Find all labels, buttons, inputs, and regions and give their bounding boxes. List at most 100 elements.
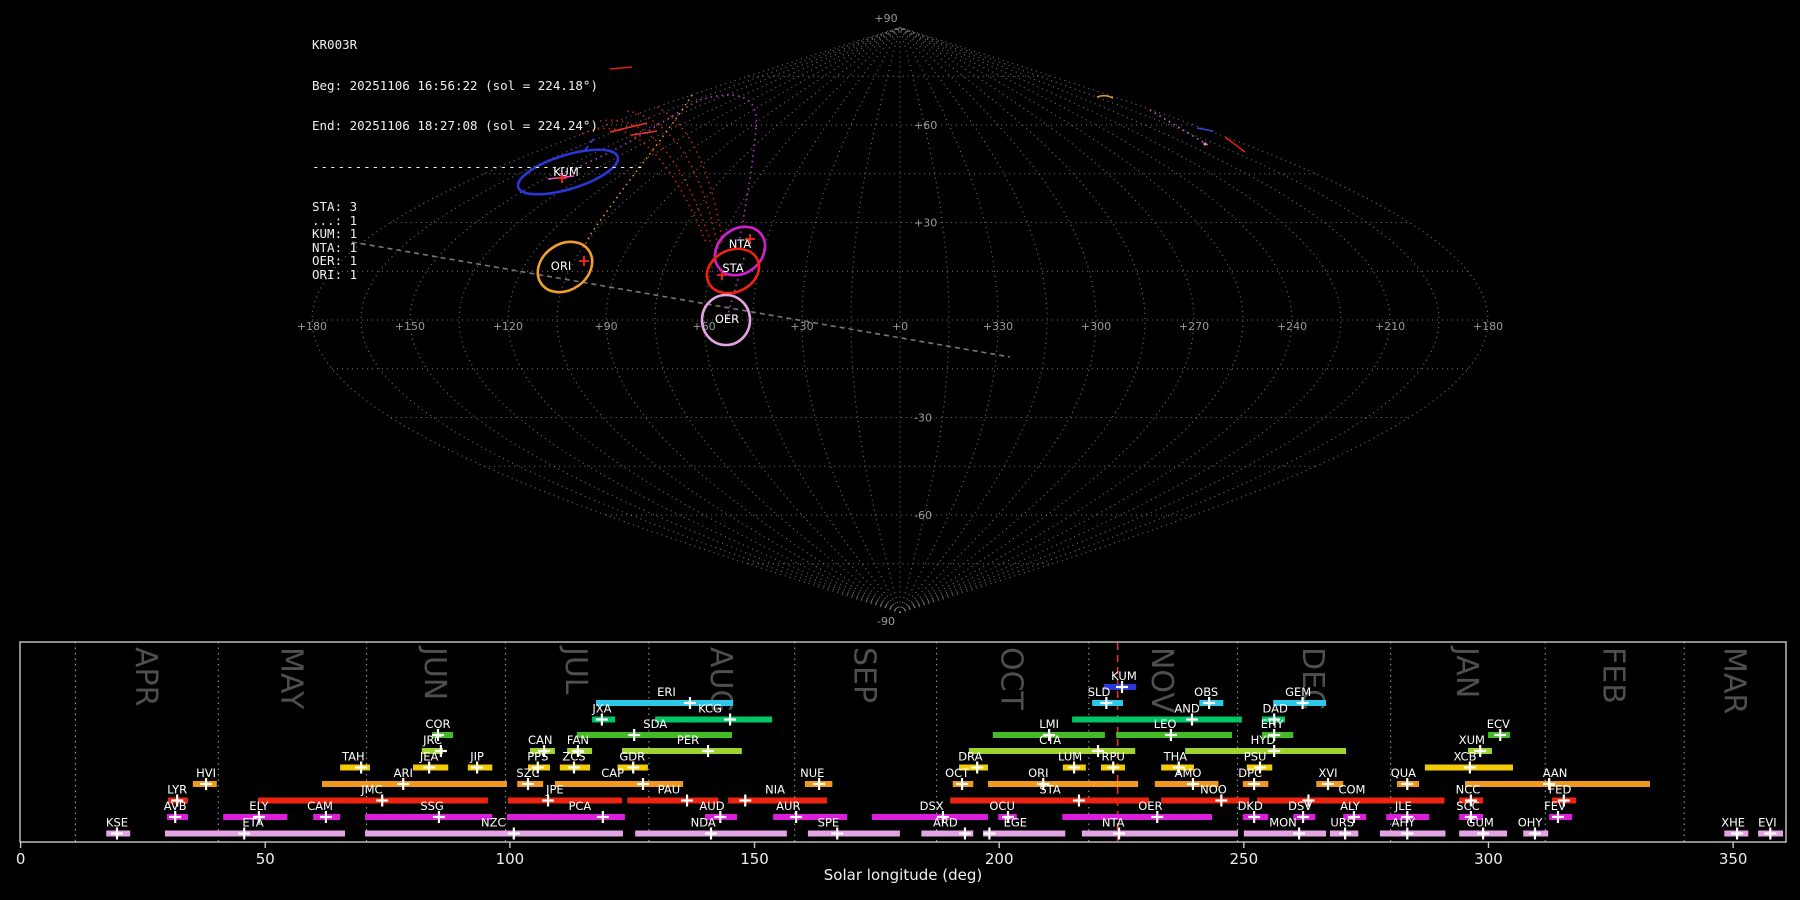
- shower-label-DAD: DAD: [1262, 702, 1288, 716]
- shower-label-STA: STA: [1039, 783, 1060, 797]
- shower-label-GEM: GEM: [1285, 685, 1311, 699]
- shower-peak-marker-EGE: [983, 827, 996, 840]
- shower-XHE: XHE: [1721, 816, 1749, 840]
- shower-label-OCU: OCU: [989, 799, 1015, 813]
- x-axis-tick-label: 200: [985, 850, 1014, 868]
- shower-label-ARD: ARD: [933, 816, 958, 830]
- shower-label-OHY: OHY: [1518, 816, 1544, 830]
- shower-label-NTA: NTA: [1102, 816, 1125, 830]
- radiant-label-STA: STA: [722, 261, 743, 275]
- shower-label-NUE: NUE: [800, 766, 824, 780]
- shower-bar-MON: [1243, 830, 1327, 837]
- meteor-trail: [1149, 109, 1209, 146]
- shower-bar-ARI: [322, 781, 507, 787]
- shower-label-PPS: PPS: [527, 750, 548, 764]
- shower-label-GDR: GDR: [619, 750, 645, 764]
- shower-label-JRC: JRC: [422, 733, 442, 747]
- map-longitude-label: +30: [790, 320, 813, 333]
- shower-label-ECV: ECV: [1487, 717, 1510, 731]
- shower-label-JEA: JEA: [419, 750, 439, 764]
- shower-bar-NTA: [1081, 830, 1238, 837]
- shower-label-PCA: PCA: [568, 799, 591, 813]
- count-line-xxx: ...: 1: [312, 212, 358, 228]
- shower-label-EHY: EHY: [1261, 717, 1285, 731]
- shower-LUM: LUM: [1058, 750, 1086, 774]
- month-label-SEP: SEP: [847, 647, 882, 703]
- shower-label-EVI: EVI: [1758, 816, 1777, 830]
- shower-label-EGE: EGE: [1004, 816, 1027, 830]
- shower-label-LMI: LMI: [1039, 717, 1059, 731]
- station-code: KR003R: [312, 37, 358, 52]
- shower-bar-NZC: [365, 830, 623, 837]
- map-longitude-label: +150: [395, 320, 425, 333]
- shower-peak-marker-CAP: [636, 778, 649, 790]
- shower-label-DSX: DSX: [920, 799, 944, 813]
- x-axis-tick-label: 300: [1474, 850, 1503, 868]
- map-longitude-label: +270: [1179, 320, 1209, 333]
- shower-label-LYR: LYR: [167, 783, 187, 797]
- plot-canvas: +180 +150 +120 +90 +60 +30 +0 +330 +300 +270 +240 +…: [16, 12, 1787, 884]
- shower-label-URS: URS: [1330, 816, 1354, 830]
- shower-label-OCT: OCT: [945, 766, 970, 780]
- map-grid-meridian: [801, 27, 901, 613]
- shower-peak-marker-KCG: [724, 713, 737, 726]
- shower-AVB: AVB: [164, 799, 188, 823]
- shower-NUE: NUE: [800, 766, 833, 790]
- shower-label-SLD: SLD: [1088, 685, 1111, 699]
- shower-label-COM: COM: [1338, 783, 1365, 797]
- shower-label-PAU: PAU: [658, 783, 680, 797]
- map-longitude-label: +180: [297, 320, 327, 333]
- end-time: End: 20251106 18:27:08 (sol = 224.24°): [312, 118, 598, 133]
- x-axis-tick-label: 0: [16, 850, 26, 868]
- shower-label-GUM: GUM: [1467, 816, 1494, 830]
- shower-bar-SPE: [807, 830, 900, 837]
- shower-EVI: EVI: [1758, 816, 1784, 840]
- shower-label-NZC: NZC: [481, 816, 506, 830]
- shower-label-OBS: OBS: [1194, 685, 1218, 699]
- shower-NDA: NDA: [635, 816, 787, 840]
- shower-OHY: OHY: [1518, 816, 1549, 840]
- shower-bar-NOO: [1161, 797, 1250, 804]
- map-latitude-label: +90: [874, 12, 897, 25]
- x-axis-title: Solar longitude (deg): [824, 866, 982, 884]
- shower-label-SCC: SCC: [1456, 799, 1479, 813]
- shower-label-CTA: CTA: [1039, 733, 1061, 747]
- observation-info-block: KR003R Beg: 20251106 16:56:22 (sol = 224…: [312, 11, 645, 308]
- map-latitude-label: -30: [914, 412, 932, 425]
- radiant-STA: STA: [705, 247, 761, 295]
- map-latitude-label: +30: [914, 217, 937, 230]
- shower-bar-OER: [1062, 814, 1213, 820]
- month-label-OCT: OCT: [994, 647, 1029, 711]
- shower-label-NDA: NDA: [691, 816, 716, 830]
- map-grid-meridian: [899, 26, 1342, 614]
- shower-label-JXA: JXA: [591, 702, 611, 716]
- shower-label-HYD: HYD: [1251, 733, 1276, 747]
- map-longitude-label: +240: [1277, 320, 1307, 333]
- shower-label-SPE: SPE: [818, 816, 840, 830]
- shower-ZCS: ZCS: [559, 750, 591, 774]
- shower-label-FAN: FAN: [567, 733, 589, 747]
- meteor-trail: [1224, 136, 1246, 153]
- map-longitude-label: +90: [594, 320, 617, 333]
- shower-label-AUR: AUR: [776, 799, 800, 813]
- shower-label-AHY: AHY: [1392, 816, 1417, 830]
- shower-label-SSG: SSG: [420, 799, 444, 813]
- x-axis-tick-label: 100: [496, 850, 525, 868]
- shower-label-CAP: CAP: [601, 766, 624, 780]
- shower-peak-marker-ERI: [683, 697, 696, 709]
- shower-label-ETA: ETA: [242, 816, 263, 830]
- shower-bar-JMC: [257, 797, 488, 804]
- count-line-KUM: KUM: 1: [312, 226, 358, 241]
- shower-label-KCG: KCG: [698, 702, 722, 716]
- map-longitude-label: +210: [1375, 320, 1405, 333]
- shower-bar-KCG: [655, 716, 773, 723]
- shower-peak-marker-PAU: [681, 794, 694, 807]
- shower-label-SZC: SZC: [516, 766, 539, 780]
- shower-peak-marker-PCA: [596, 811, 609, 823]
- map-longitude-label: +180: [1473, 320, 1503, 333]
- map-latitude-label: -90: [877, 615, 895, 628]
- map-longitude-label: +0: [892, 320, 908, 333]
- shower-label-XVI: XVI: [1318, 766, 1337, 780]
- shower-JIP: JIP: [467, 750, 493, 774]
- x-axis-tick-label: 50: [256, 850, 275, 868]
